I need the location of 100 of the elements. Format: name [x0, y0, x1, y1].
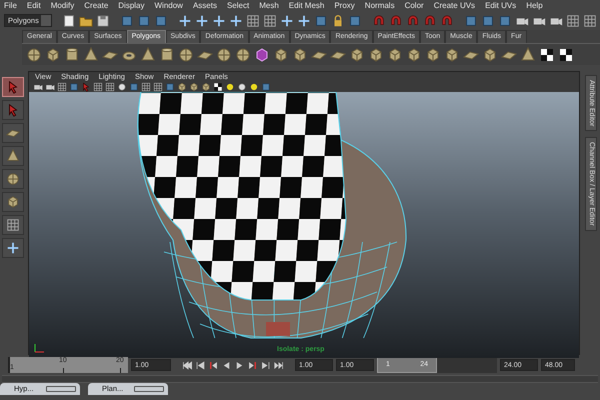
move-icon[interactable]	[194, 14, 209, 28]
square-icon[interactable]	[69, 82, 79, 92]
menu-item[interactable]: Proxy	[334, 0, 355, 11]
cube-icon[interactable]	[45, 46, 61, 62]
tool-button[interactable]	[2, 123, 24, 143]
menu-item[interactable]: Help	[526, 0, 543, 11]
command-line-field[interactable]	[2, 375, 598, 383]
cube-icon[interactable]	[349, 46, 365, 62]
document-icon[interactable]	[62, 14, 76, 28]
window-controls[interactable]	[134, 386, 164, 392]
cube-icon[interactable]	[368, 46, 384, 62]
menu-item[interactable]: Normals	[364, 0, 395, 11]
menu-item[interactable]: Select	[226, 0, 250, 11]
menu-item[interactable]: Create UVs	[434, 0, 476, 11]
magnet-icon[interactable]	[422, 14, 437, 28]
move-icon[interactable]	[228, 14, 243, 28]
cube-icon[interactable]	[406, 46, 422, 62]
cone-icon[interactable]	[140, 46, 156, 62]
square-icon[interactable]	[136, 14, 151, 28]
cone-icon[interactable]	[520, 46, 536, 62]
grid-icon[interactable]	[566, 14, 580, 28]
sphere-icon[interactable]	[178, 46, 194, 62]
cone-icon[interactable]	[83, 46, 99, 62]
square-icon[interactable]	[154, 14, 168, 28]
checker-icon[interactable]	[213, 82, 223, 92]
menu-item[interactable]: Edit Mesh	[288, 0, 324, 11]
cylinder-icon[interactable]	[64, 46, 80, 62]
grid-icon[interactable]	[105, 82, 115, 92]
tool-button[interactable]	[2, 169, 24, 189]
move-icon[interactable]	[178, 14, 192, 28]
grid-icon[interactable]	[582, 14, 597, 28]
move-icon[interactable]	[296, 14, 311, 28]
save-icon[interactable]	[96, 14, 110, 28]
move-icon[interactable]	[280, 14, 294, 28]
first-frame-icon[interactable]	[182, 360, 193, 370]
square-icon[interactable]	[120, 14, 134, 28]
cube-icon[interactable]	[482, 46, 498, 62]
cube-icon[interactable]	[444, 46, 460, 62]
menu-item[interactable]: Edit	[26, 0, 41, 11]
cube-icon[interactable]	[425, 46, 441, 62]
cone-icon	[6, 149, 20, 163]
magnet-icon[interactable]	[406, 14, 420, 28]
cylinder-icon[interactable]	[159, 46, 175, 62]
tool-button[interactable]	[2, 192, 24, 212]
tool-button[interactable]	[2, 215, 24, 235]
square-icon[interactable]	[498, 14, 512, 28]
magnet-icon[interactable]	[388, 14, 403, 28]
move-icon	[6, 241, 20, 255]
square-icon[interactable]	[480, 14, 495, 28]
grid-icon[interactable]	[57, 82, 67, 92]
menu-item[interactable]: Window	[154, 0, 183, 11]
menu-item[interactable]: Modify	[50, 0, 74, 11]
camera-icon[interactable]	[45, 82, 55, 92]
checker-icon[interactable]	[558, 46, 574, 62]
cube-icon[interactable]	[254, 46, 270, 62]
previous-key-icon[interactable]	[195, 360, 206, 370]
cube-icon[interactable]	[177, 82, 187, 92]
arrow-icon	[6, 103, 20, 117]
menu-item[interactable]: Display	[118, 0, 144, 11]
menu-item[interactable]: Create	[84, 0, 108, 11]
square-icon[interactable]	[348, 14, 362, 28]
window-controls[interactable]	[46, 386, 76, 392]
cube-icon[interactable]	[292, 46, 308, 62]
tool-button[interactable]	[2, 238, 24, 258]
menu-item[interactable]: Assets	[192, 0, 217, 11]
menu-item[interactable]: File	[4, 0, 17, 11]
cube-icon[interactable]	[201, 82, 211, 92]
sphere-icon[interactable]	[216, 46, 232, 62]
cube-icon[interactable]	[387, 46, 403, 62]
step-back-icon[interactable]	[208, 360, 219, 370]
square-icon[interactable]	[464, 14, 478, 28]
cube-icon[interactable]	[273, 46, 289, 62]
grid-icon[interactable]	[93, 82, 103, 92]
square-icon[interactable]	[314, 14, 328, 28]
grid-icon[interactable]	[153, 82, 163, 92]
cube-icon[interactable]	[189, 82, 199, 92]
magnet-icon[interactable]	[372, 14, 386, 28]
magnet-icon[interactable]	[440, 14, 454, 28]
last-frame-icon[interactable]	[273, 360, 284, 370]
cube-icon	[6, 195, 20, 209]
camera-icon[interactable]	[33, 82, 43, 92]
grid-icon[interactable]	[246, 14, 260, 28]
menu-item[interactable]: Color	[404, 0, 424, 11]
move-icon[interactable]	[212, 14, 226, 28]
arrow-icon[interactable]	[81, 82, 91, 92]
square-icon[interactable]	[165, 82, 175, 92]
sphere-icon[interactable]	[26, 46, 42, 62]
sphere-icon[interactable]	[235, 46, 251, 62]
menu-item[interactable]: Edit UVs	[485, 0, 516, 11]
next-key-icon[interactable]	[260, 360, 271, 370]
checker-icon[interactable]	[539, 46, 555, 62]
grid-icon[interactable]	[141, 82, 151, 92]
grid-icon	[6, 218, 20, 232]
grid-icon[interactable]	[262, 14, 277, 28]
tool-button[interactable]	[2, 146, 24, 166]
step-forward-icon[interactable]	[247, 360, 258, 370]
tool-button[interactable]	[2, 77, 24, 97]
sphere-icon	[6, 172, 20, 186]
sphere-icon[interactable]	[117, 82, 127, 92]
menu-item[interactable]: Mesh	[259, 0, 279, 11]
